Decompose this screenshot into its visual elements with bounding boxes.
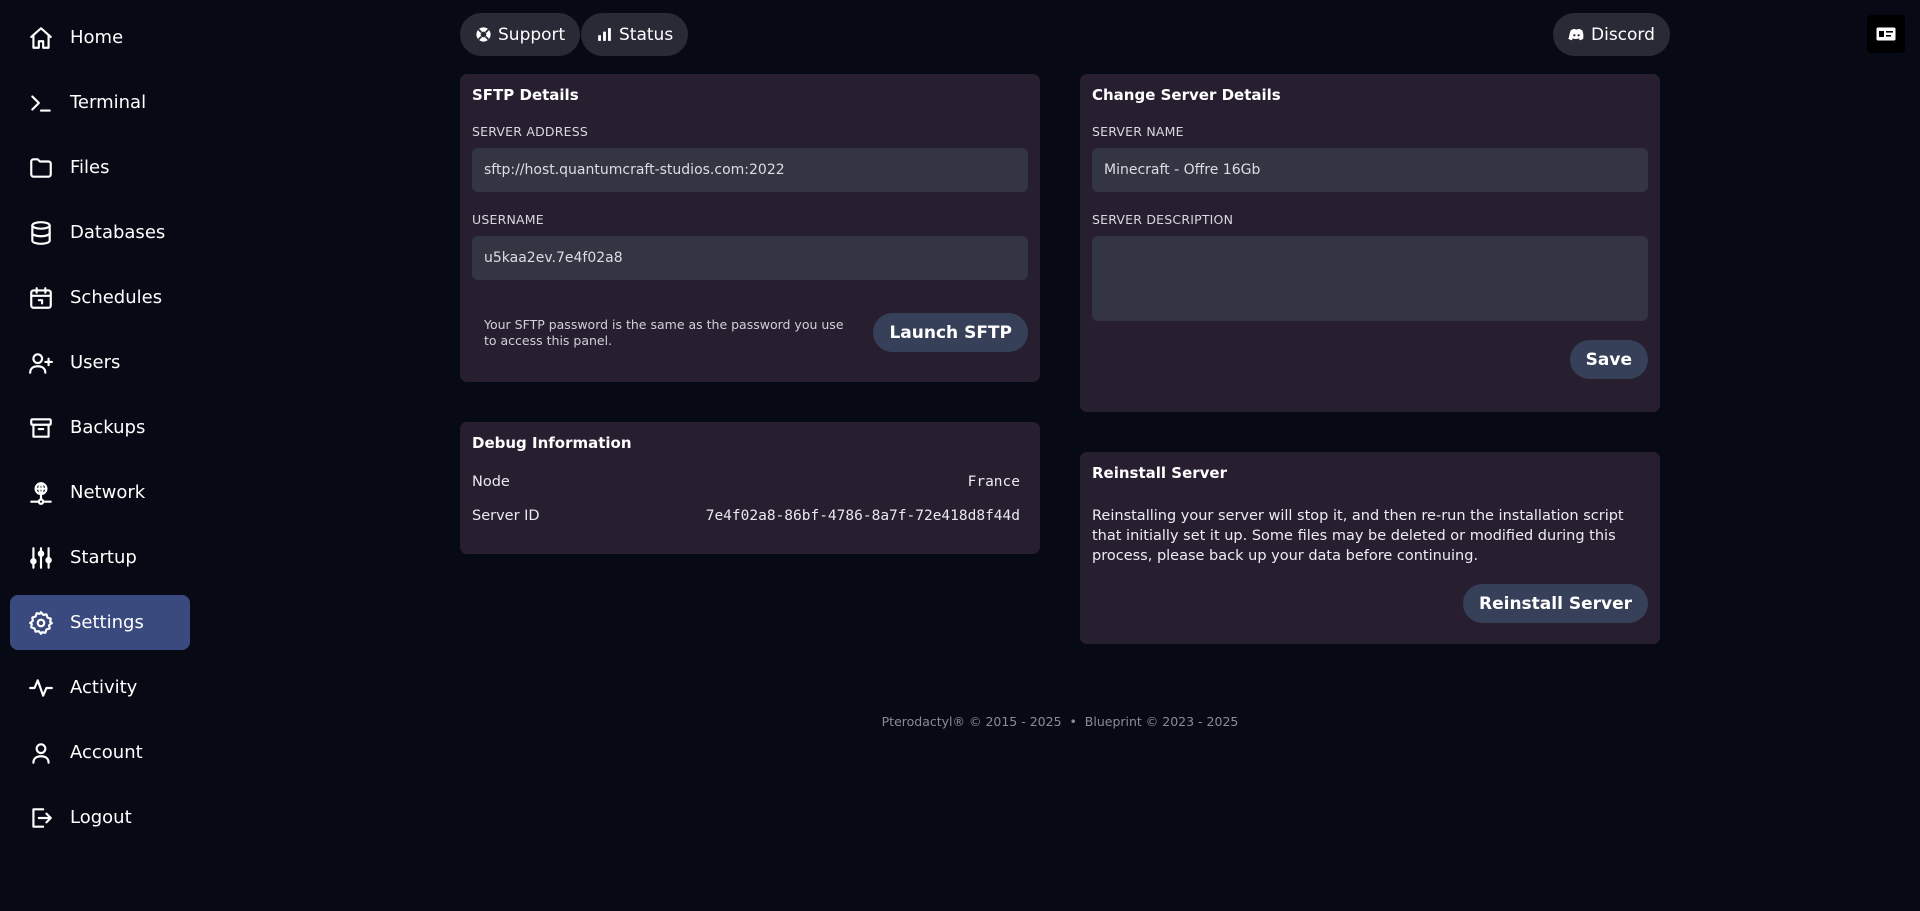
sidebar-item-users[interactable]: Users <box>10 335 190 390</box>
gear-icon <box>28 610 54 636</box>
sidebar-item-label: Databases <box>70 222 166 243</box>
sidebar-item-schedules[interactable]: Schedules <box>10 270 190 325</box>
reinstall-server-card: Reinstall Server Reinstalling your serve… <box>1080 452 1660 644</box>
sidebar-item-label: Files <box>70 157 110 178</box>
sidebar-item-databases[interactable]: Databases <box>10 205 190 260</box>
save-row: Save <box>1092 340 1648 379</box>
sidebar-item-label: Backups <box>70 417 146 438</box>
discord-icon <box>1568 28 1584 41</box>
sidebar-item-network[interactable]: Network <box>10 465 190 520</box>
id-card-icon <box>1876 27 1896 41</box>
server-description-label: SERVER DESCRIPTION <box>1092 212 1234 227</box>
database-icon <box>28 220 54 246</box>
server-name-input[interactable]: Minecraft - Offre 16Gb <box>1092 148 1648 192</box>
sftp-details-card: SFTP Details SERVER ADDRESS sftp://host.… <box>460 74 1040 382</box>
sidebar-item-home[interactable]: Home <box>10 10 190 65</box>
home-icon <box>28 25 54 51</box>
change-server-details-title: Change Server Details <box>1092 86 1281 104</box>
username-field[interactable]: u5kaa2ev.7e4f02a8 <box>472 236 1028 280</box>
sidebar-item-label: Startup <box>70 547 137 568</box>
reinstall-server-title: Reinstall Server <box>1092 464 1227 482</box>
reinstall-row: Reinstall Server <box>1092 584 1648 623</box>
username-label: USERNAME <box>472 212 544 227</box>
sidebar-item-activity[interactable]: Activity <box>10 660 190 715</box>
node-value: France <box>967 474 1020 490</box>
reinstall-server-button[interactable]: Reinstall Server <box>1463 584 1648 623</box>
server-id-value: 7e4f02a8-86bf-4786-8a7f-72e418d8f44d <box>705 508 1020 524</box>
debug-information-title: Debug Information <box>472 434 632 452</box>
user-icon <box>28 740 54 766</box>
sidebar-item-startup[interactable]: Startup <box>10 530 190 585</box>
sidebar-item-backups[interactable]: Backups <box>10 400 190 455</box>
sftp-footer: Your SFTP password is the same as the pa… <box>472 313 1028 352</box>
sidebar-item-logout[interactable]: Logout <box>10 790 190 845</box>
sidebar-item-label: Logout <box>70 807 132 828</box>
sidebar-item-label: Schedules <box>70 287 163 308</box>
discord-label: Discord <box>1591 24 1655 45</box>
archive-icon <box>28 415 54 441</box>
sidebar-item-account[interactable]: Account <box>10 725 190 780</box>
node-label: Node <box>472 474 510 490</box>
sidebar-item-terminal[interactable]: Terminal <box>10 75 190 130</box>
sftp-password-note: Your SFTP password is the same as the pa… <box>484 316 844 348</box>
debug-row-server-id: Server ID 7e4f02a8-86bf-4786-8a7f-72e418… <box>472 508 1028 524</box>
sliders-icon <box>28 545 54 571</box>
support-button[interactable]: Support <box>460 13 581 56</box>
save-button[interactable]: Save <box>1569 340 1648 379</box>
activity-icon <box>28 675 54 701</box>
server-address-label: SERVER ADDRESS <box>472 124 588 139</box>
terminal-icon <box>28 90 54 116</box>
bar-chart-icon <box>598 28 611 41</box>
sidebar-item-label: Home <box>70 27 124 48</box>
server-description-textarea[interactable] <box>1092 236 1648 321</box>
change-server-details-card: Change Server Details SERVER NAME Minecr… <box>1080 74 1660 412</box>
server-id-label: Server ID <box>472 508 540 524</box>
network-icon <box>28 480 54 506</box>
sidebar-item-label: Terminal <box>70 92 147 113</box>
logout-icon <box>28 805 54 831</box>
lifebuoy-icon <box>476 27 491 42</box>
server-name-label: SERVER NAME <box>1092 124 1184 139</box>
status-button[interactable]: Status <box>581 13 689 56</box>
sftp-details-title: SFTP Details <box>472 86 579 104</box>
status-label: Status <box>619 24 674 45</box>
user-plus-icon <box>28 350 54 376</box>
sidebar-item-label: Account <box>70 742 143 763</box>
sidebar: Home Terminal Files Databases Schedules … <box>10 10 190 855</box>
calendar-icon <box>28 285 54 311</box>
debug-row-node: Node France <box>472 474 1028 490</box>
launch-sftp-button[interactable]: Launch SFTP <box>873 313 1028 352</box>
sidebar-item-label: Users <box>70 352 121 373</box>
debug-information-card: Debug Information Node France Server ID … <box>460 422 1040 554</box>
server-address-field[interactable]: sftp://host.quantumcraft-studios.com:202… <box>472 148 1028 192</box>
sidebar-item-label: Network <box>70 482 146 503</box>
support-label: Support <box>498 24 566 45</box>
sidebar-item-label: Settings <box>70 612 144 633</box>
sidebar-item-files[interactable]: Files <box>10 140 190 195</box>
folder-icon <box>28 155 54 181</box>
translate-button[interactable] <box>1867 15 1905 53</box>
reinstall-warning-text: Reinstalling your server will stop it, a… <box>1092 508 1624 564</box>
footer-copyright: Pterodactyl® © 2015 - 2025 • Blueprint ©… <box>881 714 1239 729</box>
discord-button[interactable]: Discord <box>1553 13 1670 56</box>
sidebar-item-label: Activity <box>70 677 138 698</box>
sidebar-item-settings[interactable]: Settings <box>10 595 190 650</box>
